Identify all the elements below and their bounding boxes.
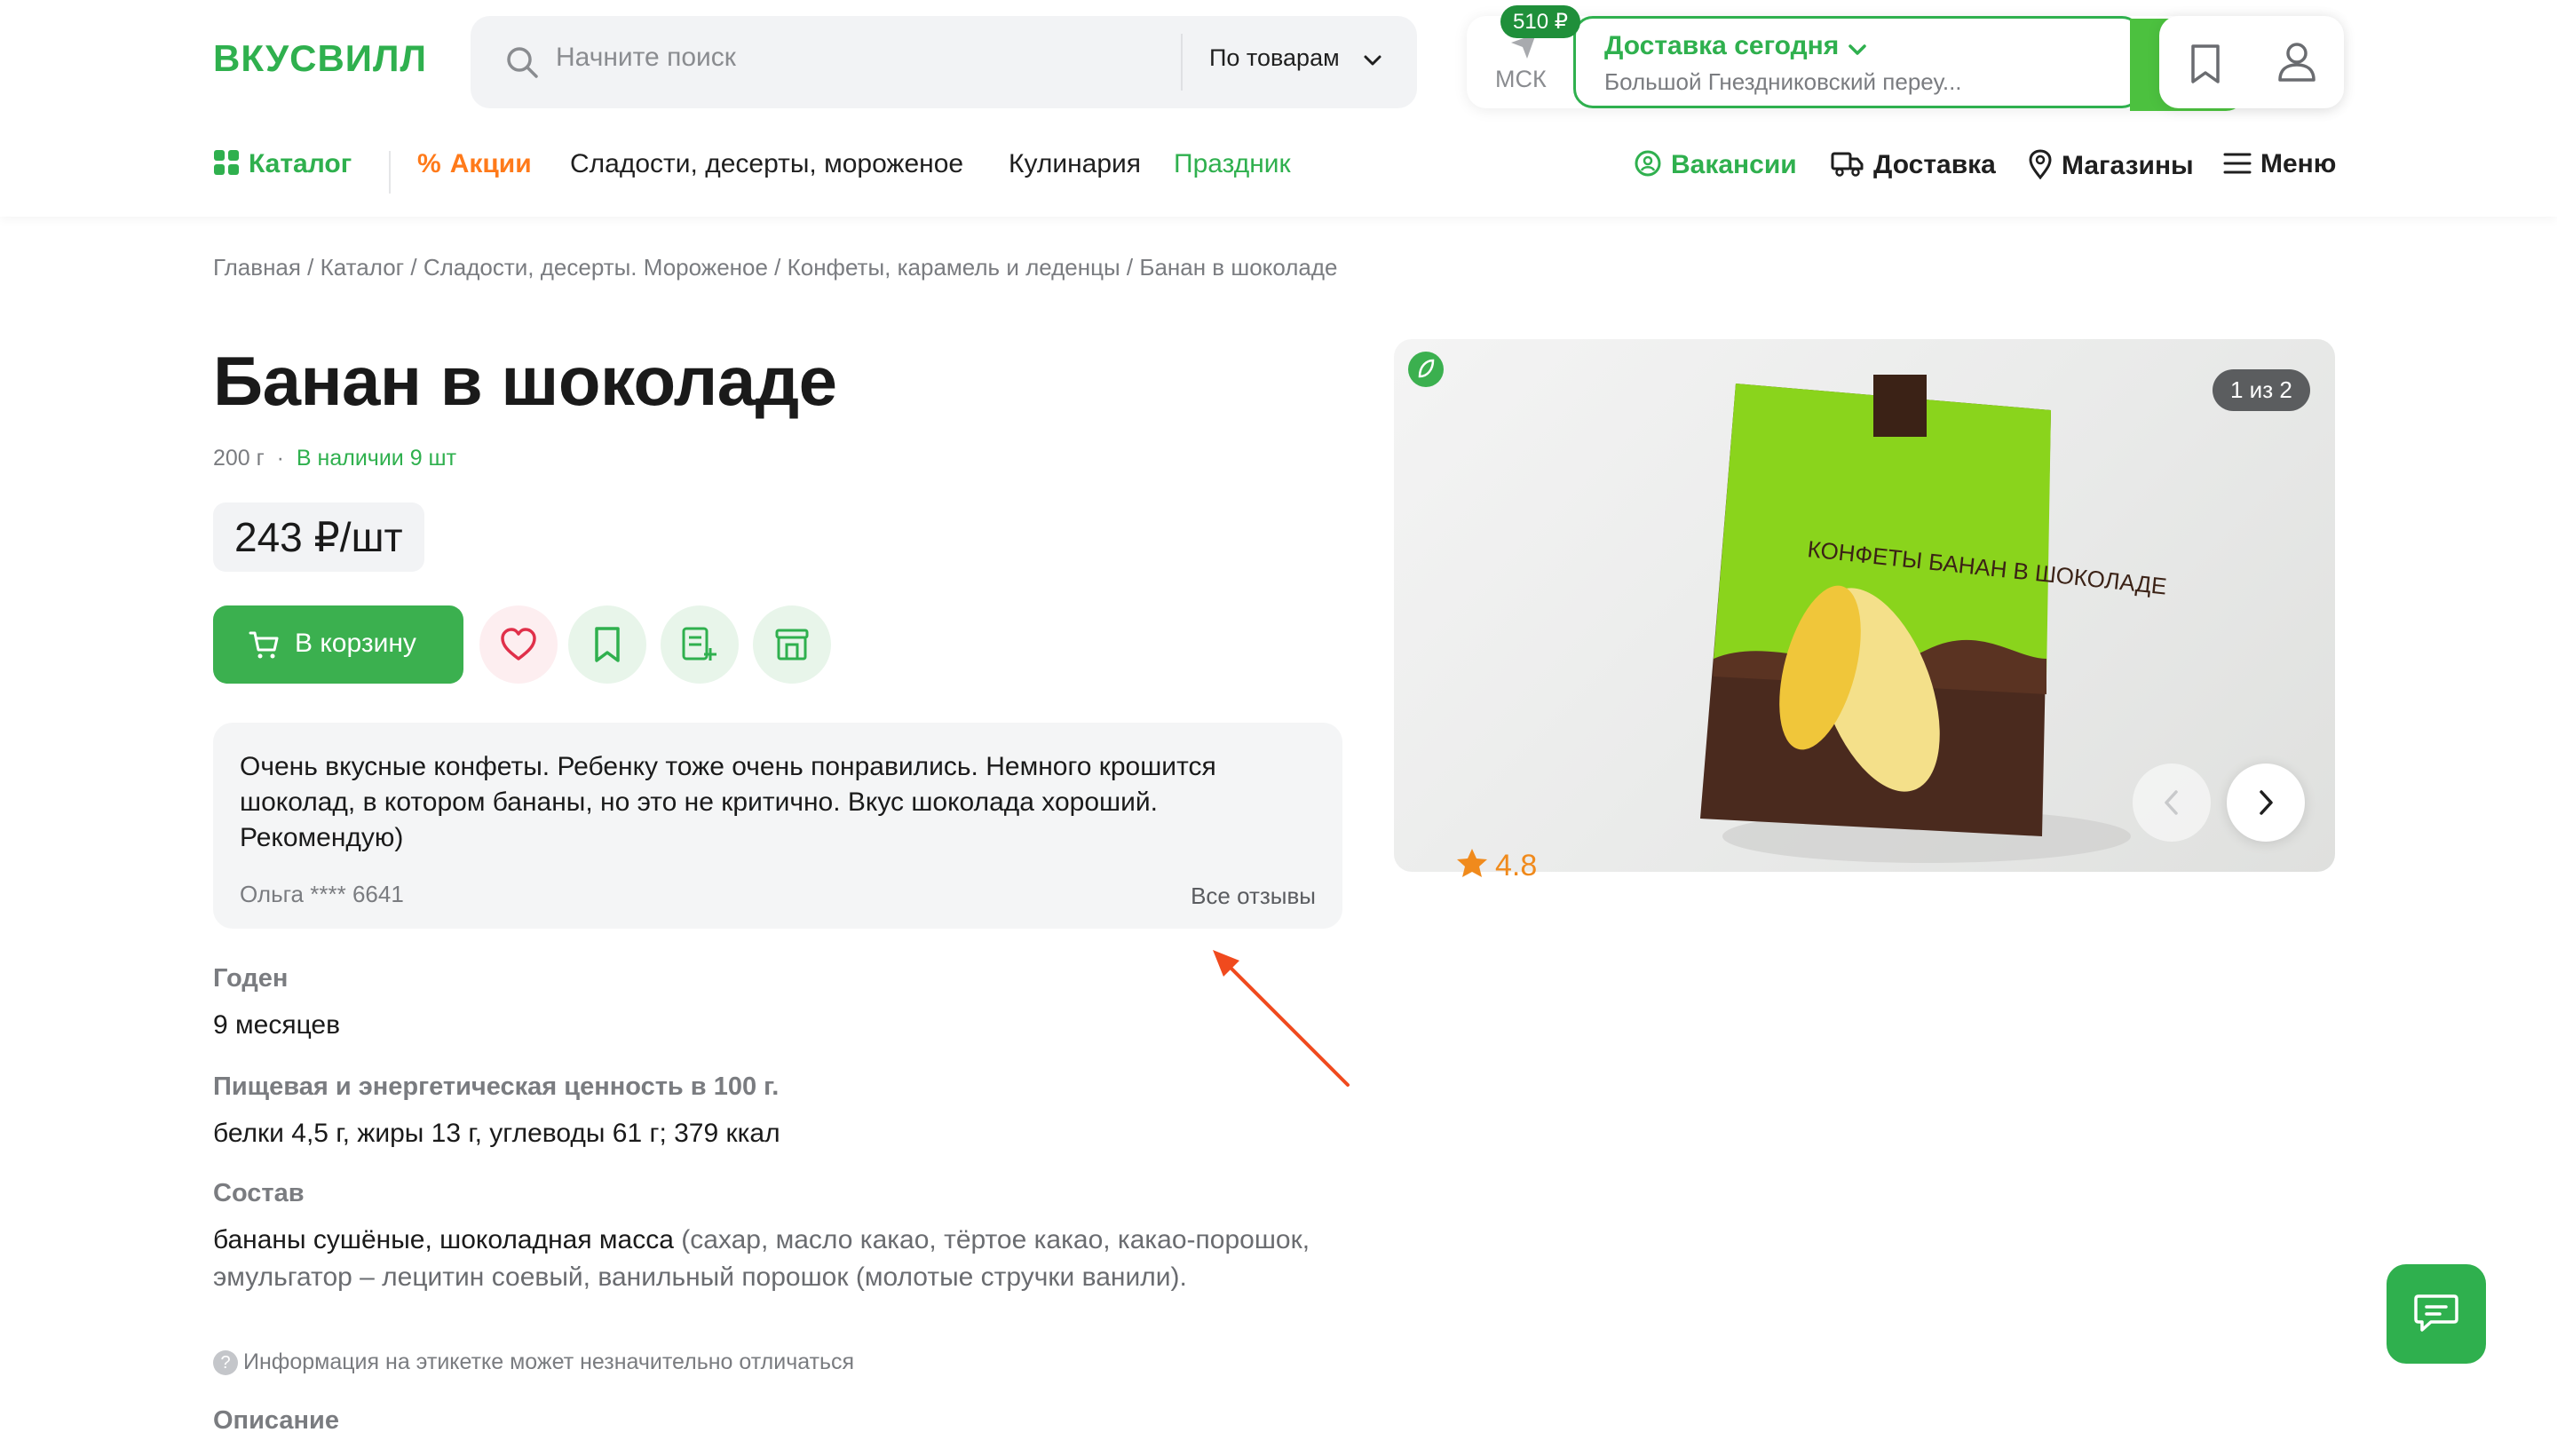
grid-icon bbox=[214, 150, 239, 175]
add-to-cart-label: В корзину bbox=[295, 629, 416, 658]
eco-leaf-icon bbox=[1408, 352, 1444, 387]
image-counter: 1 из 2 bbox=[2213, 369, 2310, 411]
nav-shipping[interactable]: Доставка bbox=[1831, 149, 1996, 180]
star-icon bbox=[1457, 849, 1487, 877]
composition-text: бананы сушёные, шоколадная масса (сахар,… bbox=[213, 1222, 1367, 1296]
search-divider bbox=[1181, 34, 1183, 91]
user-actions bbox=[2159, 16, 2344, 108]
nav-shipping-label: Доставка bbox=[1873, 150, 1996, 179]
hamburger-icon bbox=[2223, 153, 2252, 174]
product-rating[interactable]: 4.8 bbox=[1456, 847, 1537, 883]
city-selector[interactable]: МСК bbox=[1495, 66, 1547, 93]
favorite-button[interactable] bbox=[479, 605, 558, 684]
question-icon: ? bbox=[213, 1350, 238, 1376]
nav-cooking[interactable]: Кулинария bbox=[1009, 149, 1141, 179]
nav-stores-label: Магазины bbox=[2062, 151, 2194, 180]
add-to-cart-button[interactable]: В корзину bbox=[213, 605, 463, 684]
chat-icon bbox=[2414, 1294, 2458, 1332]
bookmark-button[interactable] bbox=[568, 605, 646, 684]
product-meta: 200 г · В наличии 9 шт bbox=[213, 446, 456, 471]
nav-menu[interactable]: Меню bbox=[2223, 149, 2336, 179]
add-to-list-button[interactable] bbox=[661, 605, 739, 684]
nav-sweets[interactable]: Сладости, десерты, мороженое bbox=[570, 149, 963, 179]
map-pin-icon bbox=[2029, 149, 2052, 180]
truck-icon bbox=[1831, 152, 1864, 177]
label-disclaimer: ? Информация на этикетке может незначител… bbox=[213, 1349, 855, 1376]
delivery-address: Большой Гнездниковский переу... bbox=[1604, 68, 1962, 95]
support-chat-button[interactable] bbox=[2387, 1264, 2486, 1364]
page-title: Банан в шоколаде bbox=[213, 342, 837, 420]
store-icon bbox=[775, 629, 809, 661]
logo[interactable]: ВКУСВИЛЛ bbox=[213, 37, 427, 80]
nav-promo-label: Акции bbox=[449, 149, 532, 178]
shelf-life-value: 9 месяцев bbox=[213, 1010, 341, 1040]
product-weight: 200 г bbox=[213, 446, 265, 471]
review-author: Ольга **** 6641 bbox=[240, 881, 404, 907]
bookmark-icon[interactable] bbox=[2186, 43, 2225, 85]
review-card: Очень вкусные конфеты. Ребенку тоже очен… bbox=[213, 723, 1342, 929]
nav-vacancies-label: Вакансии bbox=[1671, 150, 1797, 179]
user-icon[interactable] bbox=[2276, 41, 2317, 83]
price-tag: 243 ₽/шт bbox=[213, 502, 424, 572]
composition-main: бананы сушёные, шоколадная масса bbox=[213, 1225, 674, 1254]
bookmark-icon bbox=[595, 627, 620, 662]
stock-status: В наличии 9 шт bbox=[296, 446, 457, 471]
breadcrumb[interactable]: Главная / Каталог / Сладости, десерты. М… bbox=[213, 254, 1337, 281]
search-scope-select[interactable]: По товарам bbox=[1209, 44, 1340, 72]
review-text: Очень вкусные конфеты. Ребенку тоже очен… bbox=[240, 752, 1216, 852]
percent-icon: % bbox=[417, 149, 441, 178]
cart-icon bbox=[249, 631, 279, 659]
description-label: Описание bbox=[213, 1406, 339, 1435]
heart-icon bbox=[501, 628, 536, 661]
nav-vacancies[interactable]: Вакансии bbox=[1634, 149, 1797, 180]
site-header: ВКУСВИЛЛ Начните поиск По товарам МСК До… bbox=[0, 0, 2557, 217]
nav-stores[interactable]: Магазины bbox=[2028, 149, 2194, 181]
next-image-button[interactable] bbox=[2227, 764, 2305, 842]
chevron-right-icon bbox=[2260, 790, 2273, 815]
disclaimer-text: Информация на этикетке может незначитель… bbox=[243, 1349, 855, 1374]
search-icon bbox=[507, 47, 538, 78]
cart-total-badge[interactable]: 510 ₽ bbox=[1500, 5, 1580, 38]
nav-holiday[interactable]: Праздник bbox=[1174, 149, 1291, 179]
nav-menu-label: Меню bbox=[2260, 149, 2337, 178]
shelf-life-label: Годен bbox=[213, 964, 289, 993]
nav-divider bbox=[389, 151, 391, 194]
vacancy-icon bbox=[1635, 150, 1661, 177]
list-add-icon bbox=[682, 627, 716, 661]
nav-catalog-label: Каталог bbox=[249, 149, 352, 178]
rating-value: 4.8 bbox=[1495, 849, 1538, 882]
search-input[interactable]: Начните поиск bbox=[556, 43, 736, 73]
all-reviews-link[interactable]: Все отзывы bbox=[1191, 882, 1316, 910]
chevron-down-icon bbox=[1848, 44, 1866, 55]
chevron-left-icon bbox=[2165, 790, 2178, 815]
nav-promo[interactable]: % Акции bbox=[417, 149, 532, 179]
nav-catalog[interactable]: Каталог bbox=[213, 149, 352, 179]
meta-separator: · bbox=[270, 446, 290, 471]
main-nav: Каталог % Акции Сладости, десерты, мороже… bbox=[213, 149, 2344, 194]
nutrition-value: белки 4,5 г, жиры 13 г, углеводы 61 г; 3… bbox=[213, 1119, 780, 1148]
annotation-arrow-icon bbox=[1213, 950, 1350, 1087]
chevron-down-icon bbox=[1364, 55, 1381, 66]
search-bar[interactable]: Начните поиск По товарам bbox=[471, 16, 1417, 108]
store-availability-button[interactable] bbox=[753, 605, 831, 684]
composition-label: Состав bbox=[213, 1179, 305, 1207]
delivery-title: Доставка сегодня bbox=[1604, 31, 1840, 60]
nutrition-label: Пищевая и энергетическая ценность в 100 … bbox=[213, 1072, 780, 1101]
delivery-selector[interactable]: Доставка сегодня Большой Гнездниковский … bbox=[1573, 16, 2245, 111]
prev-image-button[interactable] bbox=[2133, 764, 2211, 842]
